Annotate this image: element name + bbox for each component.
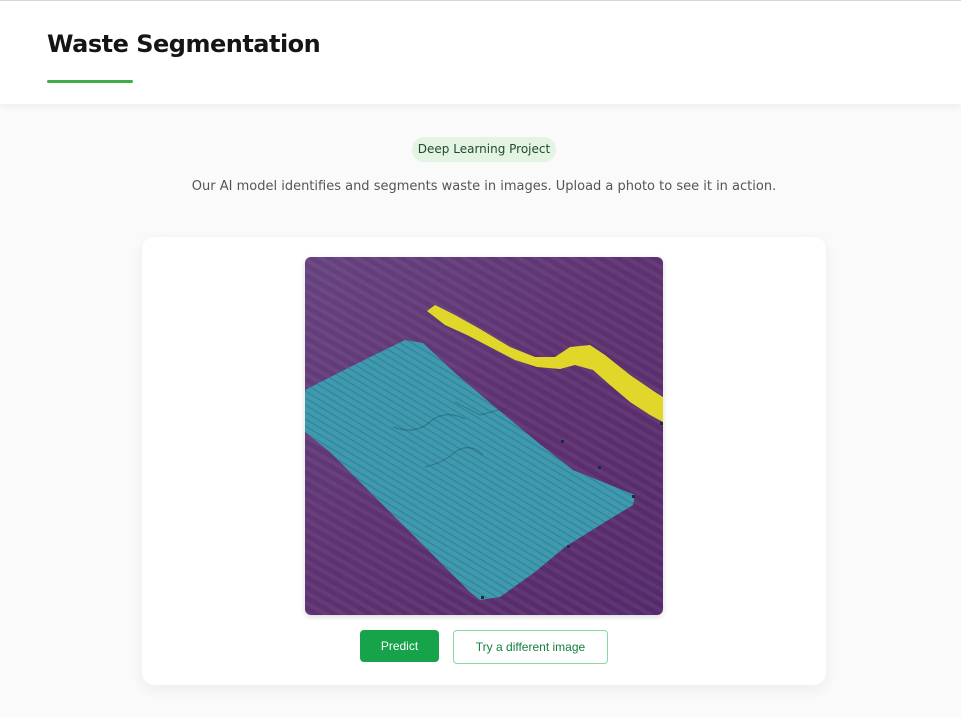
page-header: Waste Segmentation: [0, 0, 961, 104]
page-title: Waste Segmentation: [47, 30, 321, 58]
segmentation-mask-image: [305, 257, 663, 615]
title-underline: [47, 80, 133, 83]
predict-button[interactable]: Predict: [360, 630, 439, 662]
segmentation-preview: [305, 257, 663, 615]
try-different-image-button[interactable]: Try a different image: [453, 630, 608, 664]
intro-description: Our AI model identifies and segments was…: [191, 179, 777, 194]
project-badge: Deep Learning Project: [412, 137, 556, 162]
